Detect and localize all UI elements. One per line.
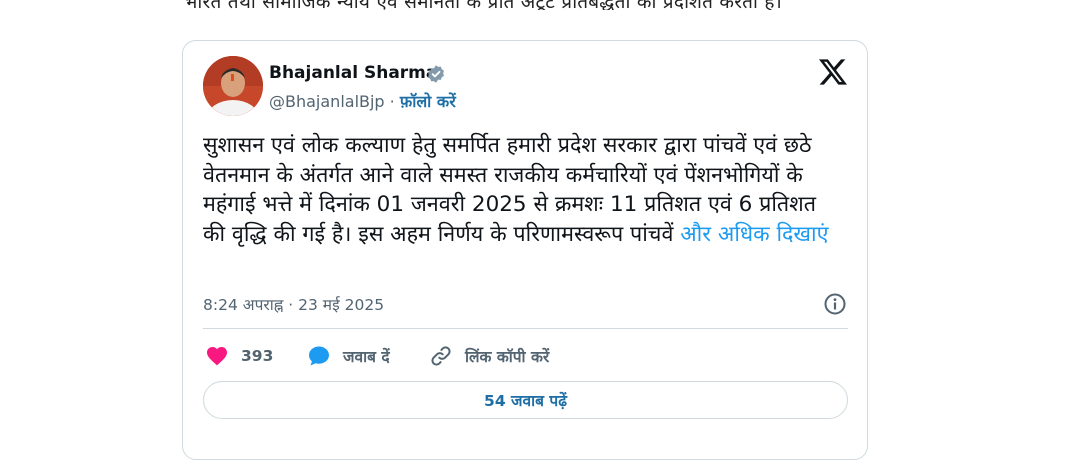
link-icon: [431, 346, 451, 366]
speech-bubble-icon: [309, 346, 329, 366]
reply-label: जवाब दें: [343, 348, 390, 366]
author-handle-row: @BhajanlalBjp · फ़ॉलो करें: [269, 90, 456, 112]
embedded-tweet-card: Bhajanlal Sharma @BhajanlalBjp · फ़ॉलो क…: [182, 40, 868, 460]
author-handle[interactable]: @BhajanlalBjp: [269, 92, 385, 111]
avatar-photo: [203, 56, 263, 116]
tweet-divider: [203, 328, 848, 329]
tweet-body: सुशासन एवं लोक कल्याण हेतु समर्पित हमारी…: [203, 131, 843, 249]
tweet-actions: 393 जवाब दें लिंक कॉपी करें: [203, 341, 853, 371]
show-more-link[interactable]: और अधिक दिखाएं: [680, 222, 828, 247]
read-replies-button[interactable]: 54 जवाब पढ़ें: [203, 381, 848, 419]
x-logo-icon[interactable]: [819, 58, 847, 86]
verified-badge-icon: [428, 65, 444, 83]
follow-button[interactable]: फ़ॉलो करें: [400, 92, 456, 111]
author-name[interactable]: Bhajanlal Sharma: [269, 63, 437, 83]
likes-count: 393: [241, 347, 274, 365]
reply-button[interactable]: जवाब दें: [307, 341, 390, 371]
copy-link-button[interactable]: लिंक कॉपी करें: [429, 341, 549, 371]
heart-icon: [207, 347, 227, 366]
article-top-text: भारत तथा सामाजिक न्याय एवं समानता के प्र…: [184, 0, 944, 10]
info-icon[interactable]: [823, 292, 847, 316]
tweet-timestamp[interactable]: 8:24 अपराह्न · 23 मई 2025: [203, 293, 384, 315]
author-avatar[interactable]: [203, 56, 263, 116]
like-button[interactable]: 393: [205, 341, 273, 371]
copy-link-label: लिंक कॉपी करें: [465, 348, 550, 366]
handle-separator: ·: [384, 92, 400, 111]
